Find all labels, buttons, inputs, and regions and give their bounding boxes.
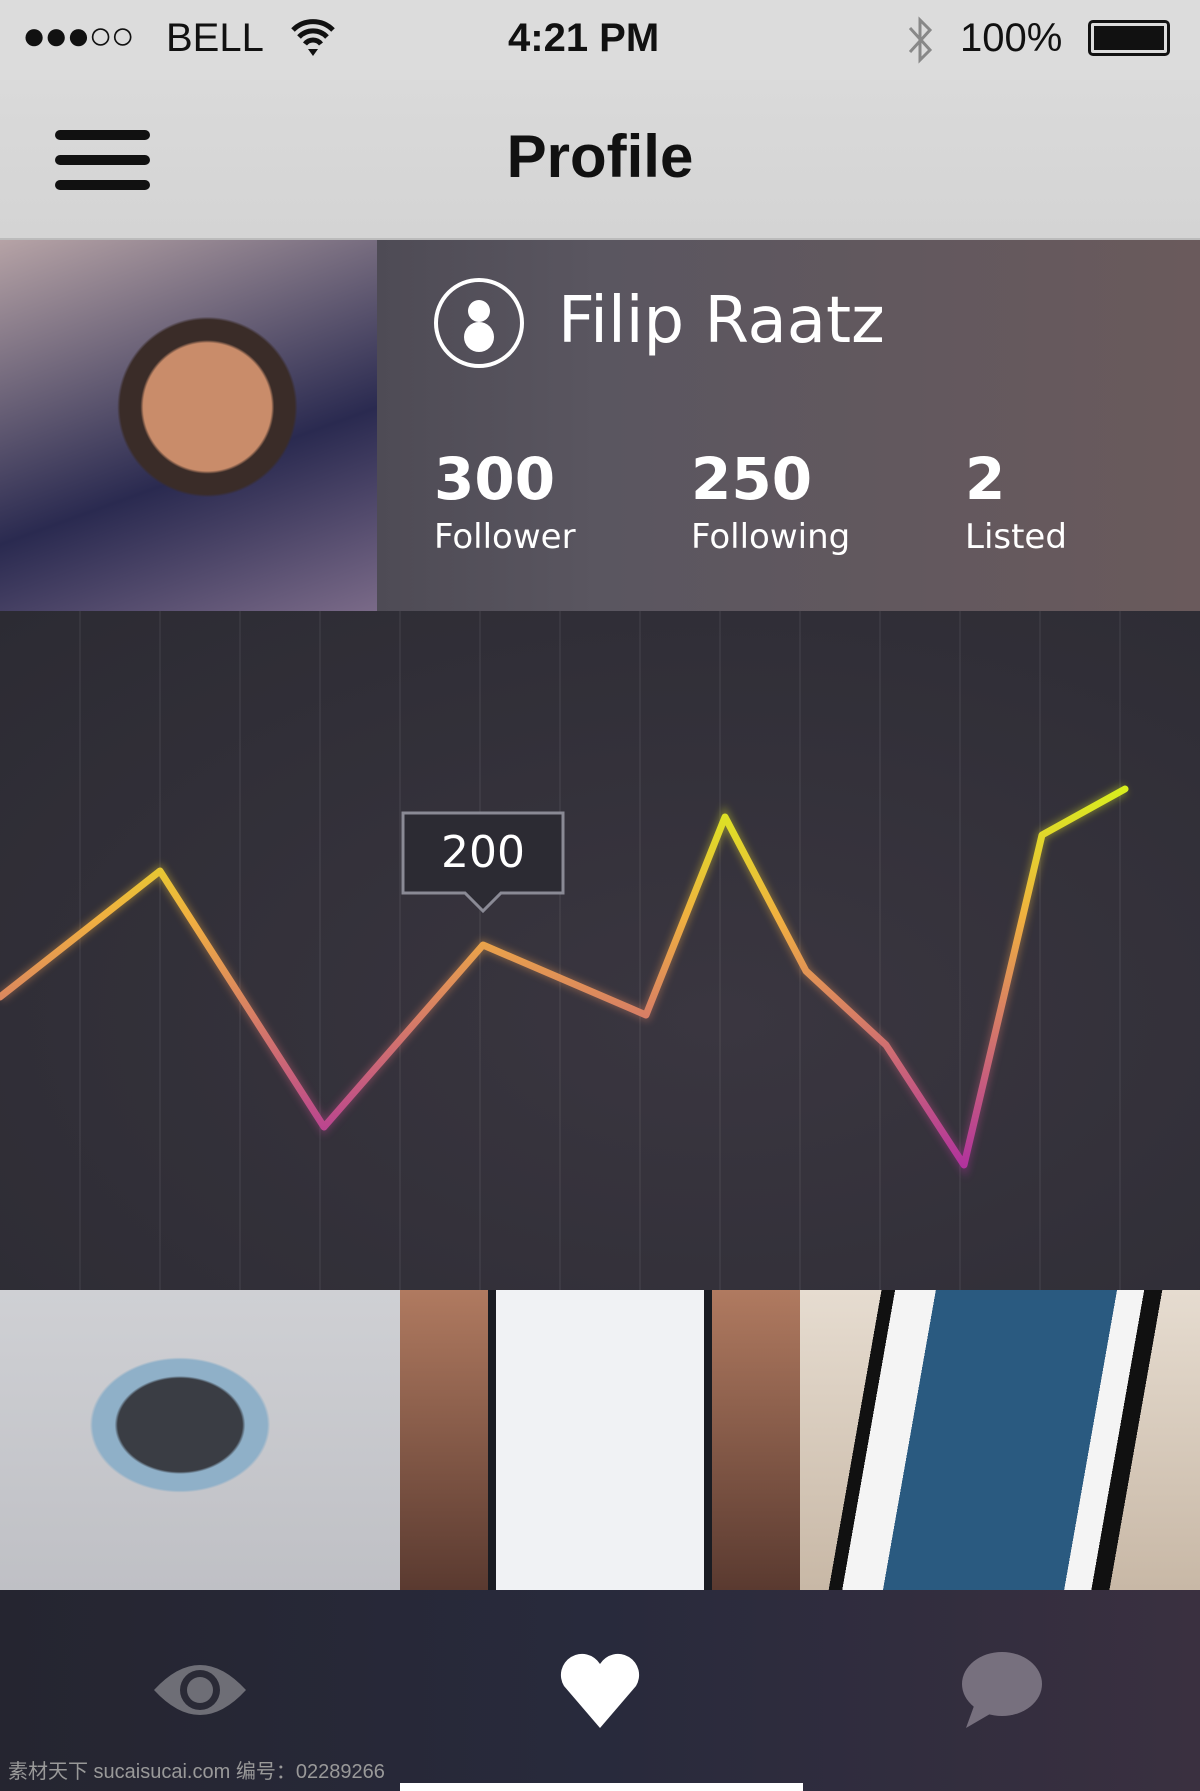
stat-value: 250 <box>691 445 813 513</box>
thumbnail-tablet-mockup[interactable] <box>400 1290 800 1590</box>
stat-follower[interactable]: 300 Follower <box>434 445 576 557</box>
data-point[interactable] <box>961 1162 967 1168</box>
data-point[interactable] <box>480 942 486 948</box>
battery-percent: 100% <box>960 16 1063 60</box>
signal-strength: ●●●○○ <box>22 14 135 58</box>
heart-icon <box>560 1653 640 1728</box>
avatar[interactable] <box>0 240 377 611</box>
chart-svg: 200 <box>0 611 1129 1290</box>
tab-messages[interactable] <box>800 1590 1200 1791</box>
thumbnail-phone-mockup[interactable] <box>0 1290 400 1590</box>
bluetooth-icon <box>908 16 933 64</box>
status-bar: ●●●○○ BELL 4:21 PM 100% <box>0 0 1200 80</box>
navigation-bar: Profile <box>0 80 1200 240</box>
active-tab-indicator <box>400 1783 803 1791</box>
stat-value: 300 <box>434 445 556 513</box>
stat-label: Following <box>691 517 851 557</box>
stat-label: Follower <box>434 517 576 557</box>
profile-name: Filip Raatz <box>558 284 885 358</box>
data-point[interactable] <box>722 814 728 820</box>
clock: 4:21 PM <box>508 16 660 60</box>
eye-icon <box>154 1665 246 1715</box>
stat-value: 2 <box>965 445 1006 513</box>
carrier: BELL <box>166 16 264 60</box>
data-point[interactable] <box>157 868 163 874</box>
wifi-icon <box>291 19 335 56</box>
data-point[interactable] <box>321 1124 327 1130</box>
user-icon <box>434 278 524 368</box>
data-point[interactable] <box>643 1012 649 1018</box>
tab-likes[interactable] <box>400 1590 800 1791</box>
stat-label: Listed <box>965 517 1067 557</box>
stat-following[interactable]: 250 Following <box>691 445 850 557</box>
battery-icon <box>1088 20 1170 56</box>
watermark: 素材天下 sucaisucai.com 编号：02289266 <box>8 1761 385 1783</box>
thumbnail-tablet-email[interactable] <box>800 1290 1200 1590</box>
activity-chart: 200 <box>0 611 1200 1290</box>
chat-bubble-icon <box>962 1652 1042 1728</box>
thumbnail-grid <box>0 1290 1200 1590</box>
data-point[interactable] <box>803 968 809 974</box>
page-title: Profile <box>506 123 694 190</box>
data-point[interactable] <box>1122 786 1128 792</box>
data-point[interactable] <box>1039 832 1045 838</box>
stat-listed[interactable]: 2 Listed <box>965 445 1067 557</box>
profile-header: Filip Raatz 300 Follower 250 Following 2 Li… <box>0 240 1200 611</box>
data-point[interactable] <box>883 1042 889 1048</box>
tooltip-value: 200 <box>441 827 525 878</box>
